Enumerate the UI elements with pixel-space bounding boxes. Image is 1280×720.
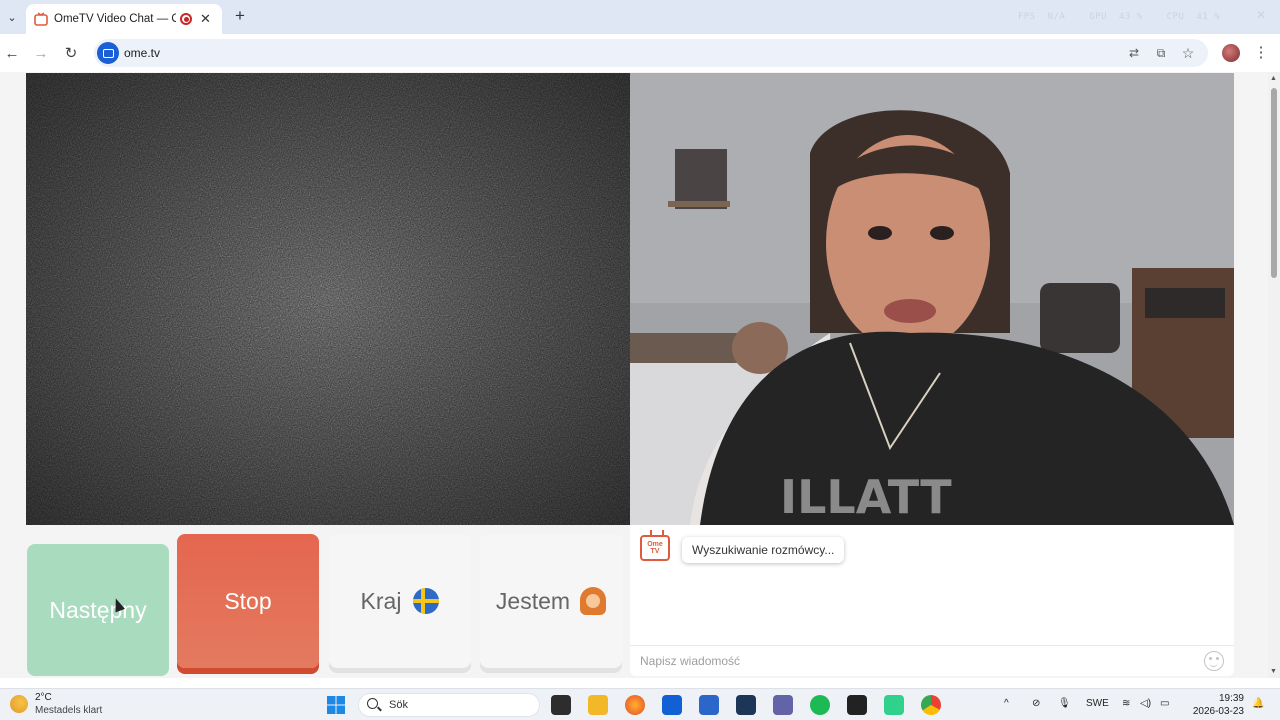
search-label: Sök xyxy=(389,699,408,711)
gender-button[interactable]: Jestem xyxy=(480,534,622,668)
gpu-label: GPU xyxy=(1089,12,1108,22)
back-icon[interactable]: ← xyxy=(2,43,22,63)
reload-icon[interactable]: ↻ xyxy=(61,43,81,63)
weather-icon[interactable] xyxy=(10,695,28,713)
tray-overflow-icon[interactable]: ^ xyxy=(1004,698,1009,709)
stop-button-label: Stop xyxy=(224,587,272,614)
firefox-icon[interactable] xyxy=(625,695,645,715)
app-icon[interactable] xyxy=(736,695,756,715)
search-icon xyxy=(367,698,378,709)
ometv-favicon-icon xyxy=(34,12,48,26)
windows-taskbar: 2°C Mestadels klart Sök ^ ⊘ 🎙 SWE ≋ ◁) ▭… xyxy=(0,688,1280,720)
wifi-icon[interactable]: ≋ xyxy=(1122,698,1130,709)
ometv-page: ILLATT ▲ ▼ Następny Stop Kraj Jestem Ome… xyxy=(0,72,1280,678)
windows-start-icon[interactable] xyxy=(326,695,346,715)
forward-icon[interactable]: → xyxy=(31,43,51,63)
cast-icon[interactable]: ⧉ xyxy=(1152,44,1170,62)
network-warning-icon[interactable]: ⊘ xyxy=(1032,698,1040,709)
game-app-icon[interactable] xyxy=(884,695,904,715)
tab-title: OmeTV Video Chat — Ome xyxy=(54,13,176,25)
svg-text:ILLATT: ILLATT xyxy=(780,470,952,524)
page-scrollbar[interactable]: ▲ ▼ xyxy=(1268,72,1280,678)
emoji-icon[interactable] xyxy=(1204,651,1224,671)
scroll-thumb[interactable] xyxy=(1271,88,1277,278)
task-view-icon[interactable] xyxy=(551,695,571,715)
teams-icon[interactable] xyxy=(773,695,793,715)
address-bar[interactable]: ome.tv ⇄ ⧉ ☆ xyxy=(94,39,1208,67)
cpu-value: 41 % xyxy=(1196,12,1220,22)
gender-button-label: Jestem xyxy=(495,587,571,614)
chat-message-input[interactable] xyxy=(630,646,1190,676)
chat-status-message: Wyszukiwanie rozmówcy... xyxy=(682,537,845,563)
sweden-flag-icon xyxy=(413,588,440,614)
window-close-icon[interactable]: ✕ xyxy=(1256,8,1266,22)
microphone-icon[interactable]: 🎙 xyxy=(1058,698,1071,709)
new-tab-button[interactable]: + xyxy=(230,6,250,26)
tab-list-icon[interactable]: ⌄ xyxy=(2,7,22,27)
taskbar-search[interactable]: Sök xyxy=(358,693,540,717)
translate-icon[interactable]: ⇄ xyxy=(1125,44,1143,62)
ometv-logo: Ome TV xyxy=(640,535,670,561)
gpu-value: 43 % xyxy=(1119,12,1143,22)
volume-icon[interactable]: ◁) xyxy=(1140,698,1151,709)
country-button[interactable]: Kraj xyxy=(329,534,471,668)
cpu-label: CPU xyxy=(1166,12,1185,22)
epic-games-icon[interactable] xyxy=(847,695,867,715)
clock-date: 2026-03-23 xyxy=(1192,706,1244,717)
fps-value: N/A xyxy=(1047,12,1066,22)
url-text[interactable]: ome.tv xyxy=(124,46,160,60)
close-tab-icon[interactable]: ✕ xyxy=(200,11,211,27)
battery-icon[interactable]: ▭ xyxy=(1160,698,1169,709)
self-camera-video: ILLATT xyxy=(630,73,1234,525)
language-indicator[interactable]: SWE xyxy=(1086,698,1109,709)
profile-avatar[interactable] xyxy=(1222,44,1240,62)
weather-temp: 2°C xyxy=(35,692,52,703)
notifications-icon[interactable]: 🔔 xyxy=(1252,698,1264,709)
next-button[interactable]: Następny xyxy=(27,544,169,676)
fps-label: FPS xyxy=(1017,12,1036,22)
chat-status-text: Wyszukiwanie rozmówcy... xyxy=(692,543,835,557)
browser-toolbar: ← → ↻ ome.tv ⇄ ⧉ ☆ ⋮ xyxy=(0,34,1280,72)
browser-tab-ometv[interactable]: OmeTV Video Chat — Ome ✕ xyxy=(26,4,222,34)
dropbox-icon[interactable] xyxy=(662,695,682,715)
menu-dots-icon[interactable]: ⋮ xyxy=(1252,43,1270,61)
chat-panel: Ome TV Wyszukiwanie rozmówcy... xyxy=(630,525,1234,676)
store-icon[interactable] xyxy=(699,695,719,715)
person-icon xyxy=(580,587,607,615)
country-button-label: Kraj xyxy=(360,587,402,614)
site-info-icon[interactable] xyxy=(97,42,119,64)
weather-desc: Mestadels klart xyxy=(35,705,103,716)
clock-time: 19:39 xyxy=(1218,693,1244,704)
scroll-up-icon[interactable]: ▲ xyxy=(1270,75,1277,82)
recording-indicator-icon xyxy=(180,13,192,25)
partner-video-noise xyxy=(26,73,630,525)
stop-button[interactable]: Stop xyxy=(177,534,319,668)
performance-overlay: FPS N/A GPU 43 % CPU 41 % xyxy=(1000,12,1220,22)
chrome-icon[interactable] xyxy=(921,695,941,715)
taskbar-clock[interactable]: 19:39 2026-03-23 xyxy=(1192,692,1244,718)
chat-input-row xyxy=(630,645,1234,676)
spotify-icon[interactable] xyxy=(810,695,830,715)
next-button-label: Następny xyxy=(49,596,147,623)
browser-tabstrip: ⌄ OmeTV Video Chat — Ome ✕ + FPS N/A GPU… xyxy=(0,0,1280,34)
file-explorer-icon[interactable] xyxy=(588,695,608,715)
bookmark-star-icon[interactable]: ☆ xyxy=(1179,44,1197,62)
scroll-down-icon[interactable]: ▼ xyxy=(1270,668,1277,675)
